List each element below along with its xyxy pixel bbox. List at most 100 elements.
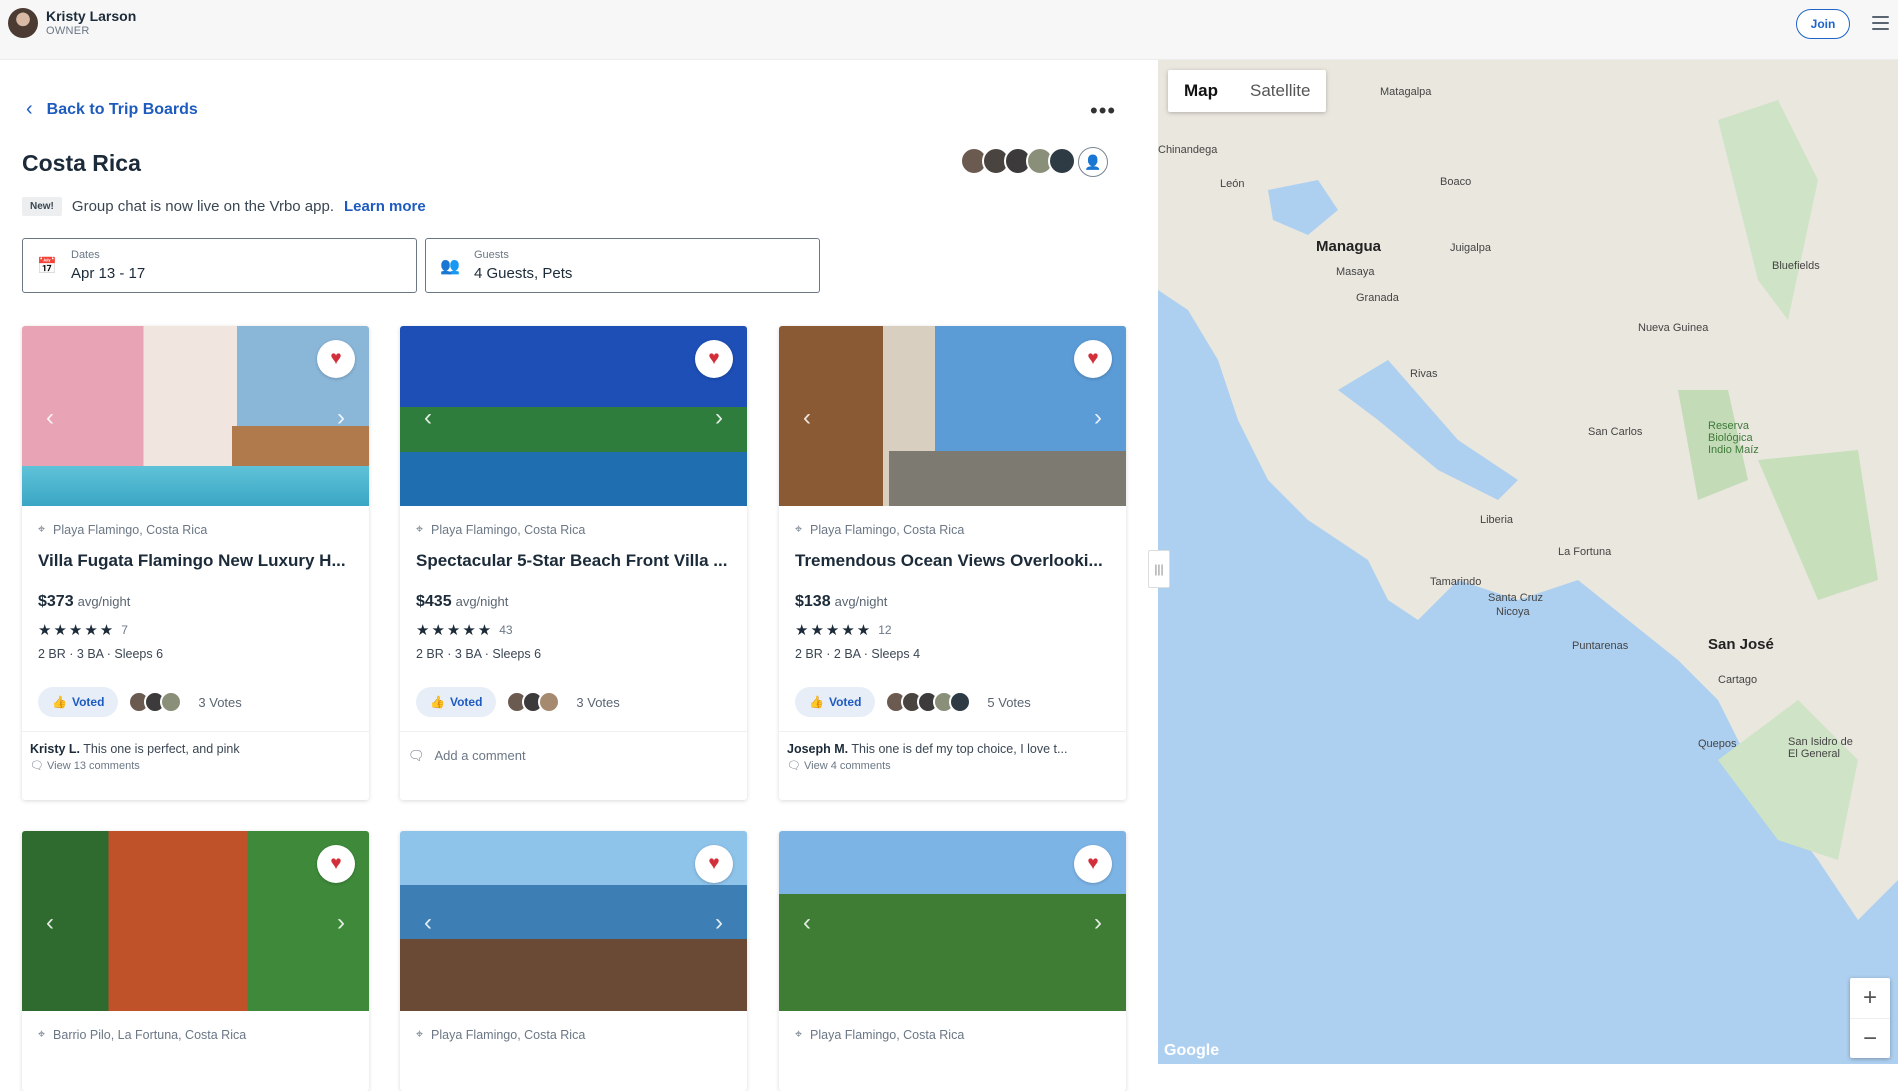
user-info[interactable]: Kristy Larson OWNER (8, 8, 136, 38)
listing-location: ⌖ Playa Flamingo, Costa Rica (416, 1027, 586, 1042)
map-city-label: Managua (1316, 238, 1382, 255)
listing-specs: 2 BR · 3 BA · Sleeps 6 (38, 647, 164, 661)
zoom-controls: + − (1850, 978, 1890, 1058)
map-city-label: Bluefields (1772, 260, 1820, 272)
map-type-toggle: Map Satellite (1168, 70, 1327, 112)
comment-icon: 🗨 (408, 748, 425, 763)
tab-map[interactable]: Map (1168, 70, 1234, 112)
listing-card[interactable]: ‹ › ♥ ⌖ Barrio Pilo, La Fortuna, Costa Ri… (22, 831, 369, 1091)
zoom-out-button[interactable]: − (1850, 1018, 1890, 1058)
rating-stars: ★★★★★ 7 (38, 622, 128, 639)
add-member-icon[interactable]: 👤 (1078, 147, 1108, 177)
guests-field[interactable]: 👥 Guests 4 Guests, Pets (425, 238, 820, 293)
favorite-heart-icon[interactable]: ♥ (695, 340, 733, 378)
map-city-label: Nicoya (1496, 606, 1530, 618)
map-city-label: La Fortuna (1558, 546, 1612, 558)
map-city-label: Matagalpa (1380, 86, 1432, 98)
map-pin-icon: ⌖ (38, 522, 46, 536)
voted-button[interactable]: 👍 Voted (416, 687, 497, 717)
announcement-banner: New! Group chat is now live on the Vrbo … (22, 197, 426, 216)
view-comments-link[interactable]: 🗨 View 13 comments (30, 759, 361, 772)
listing-location: ⌖ Playa Flamingo, Costa Rica (795, 522, 965, 537)
join-button[interactable]: Join (1796, 9, 1850, 39)
photo-next-icon[interactable]: › (1094, 909, 1102, 937)
new-badge: New! (22, 197, 62, 216)
guests-icon: 👥 (440, 258, 460, 275)
favorite-heart-icon[interactable]: ♥ (317, 340, 355, 378)
favorite-heart-icon[interactable]: ♥ (317, 845, 355, 883)
top-bar: Kristy Larson OWNER Join (0, 0, 1898, 60)
user-role: OWNER (46, 25, 90, 37)
listing-location: ⌖ Playa Flamingo, Costa Rica (795, 1027, 965, 1042)
learn-more-link[interactable]: Learn more (344, 198, 426, 215)
add-comment-button[interactable]: 🗨 Add a comment (400, 732, 747, 764)
map-pin-icon: ⌖ (38, 1027, 46, 1041)
map-city-label: León (1220, 178, 1245, 190)
map-city-label: Santa Cruz (1488, 592, 1544, 604)
dates-label: Dates (71, 249, 100, 261)
photo-next-icon[interactable]: › (337, 909, 345, 937)
review-count: 7 (121, 623, 128, 637)
rating-stars: ★★★★★ 12 (795, 622, 892, 639)
photo-next-icon[interactable]: › (337, 404, 345, 432)
map-view[interactable]: Managua Masaya Granada León Chinandega M… (1158, 60, 1898, 1064)
listing-card[interactable]: ‹ › ♥ ⌖ Playa Flamingo, Costa Rica Villa … (22, 326, 369, 800)
photo-prev-icon[interactable]: ‹ (424, 909, 432, 937)
view-comments-link[interactable]: 🗨 View 4 comments (787, 759, 1118, 772)
hamburger-menu-icon[interactable] (1872, 16, 1889, 30)
voter-avatars (128, 691, 183, 713)
listing-card[interactable]: ‹ › ♥ ⌖ Playa Flamingo, Costa Rica (400, 831, 747, 1091)
favorite-heart-icon[interactable]: ♥ (695, 845, 733, 883)
more-options-icon[interactable]: ••• (1090, 98, 1116, 124)
resize-handle[interactable]: ||| (1148, 550, 1170, 588)
map-pin-icon: ⌖ (416, 522, 424, 536)
listing-title[interactable]: Tremendous Ocean Views Overlooki... (795, 551, 1110, 571)
tab-satellite[interactable]: Satellite (1234, 70, 1326, 112)
voter-avatars (506, 691, 561, 713)
listing-photo[interactable]: ‹ › ♥ (22, 831, 369, 1011)
voted-button[interactable]: 👍 Voted (795, 687, 876, 717)
favorite-heart-icon[interactable]: ♥ (1074, 340, 1112, 378)
photo-prev-icon[interactable]: ‹ (803, 404, 811, 432)
member-avatar (1048, 147, 1076, 175)
voted-button[interactable]: 👍 Voted (38, 687, 119, 717)
listing-photo[interactable]: ‹ › ♥ (779, 831, 1126, 1011)
listing-photo[interactable]: ‹ › ♥ (22, 326, 369, 506)
favorite-heart-icon[interactable]: ♥ (1074, 845, 1112, 883)
map-city-label: San Isidro de El General (1788, 736, 1853, 760)
latest-comment[interactable]: Joseph M. This one is def my top choice,… (779, 732, 1126, 772)
listing-specs: 2 BR · 2 BA · Sleeps 4 (795, 647, 921, 661)
listing-card[interactable]: ‹ › ♥ ⌖ Playa Flamingo, Costa Rica Specta… (400, 326, 747, 800)
user-name: Kristy Larson (46, 8, 137, 24)
voter-avatars (885, 691, 972, 713)
listing-card[interactable]: ‹ › ♥ ⌖ Playa Flamingo, Costa Rica (779, 831, 1126, 1091)
photo-prev-icon[interactable]: ‹ (803, 909, 811, 937)
listing-photo[interactable]: ‹ › ♥ (400, 326, 747, 506)
photo-next-icon[interactable]: › (1094, 404, 1102, 432)
vote-count: 3 Votes (576, 694, 620, 710)
dates-field[interactable]: 📅 Dates Apr 13 - 17 (22, 238, 417, 293)
listing-price: $435 avg/night (416, 593, 509, 610)
photo-prev-icon[interactable]: ‹ (46, 404, 54, 432)
board-members[interactable]: 👤 (960, 147, 1108, 177)
photo-prev-icon[interactable]: ‹ (424, 404, 432, 432)
listing-price: $373 avg/night (38, 593, 131, 610)
photo-prev-icon[interactable]: ‹ (46, 909, 54, 937)
back-to-trip-boards-link[interactable]: ‹ Back to Trip Boards (26, 98, 198, 121)
listing-title[interactable]: Spectacular 5-Star Beach Front Villa ... (416, 551, 731, 571)
photo-next-icon[interactable]: › (715, 404, 723, 432)
listing-photo[interactable]: ‹ › ♥ (400, 831, 747, 1011)
map-city-label: Rivas (1410, 368, 1438, 380)
map-city-label: Juigalpa (1450, 242, 1491, 254)
map-city-label: Reserva Biológica Indio Maíz (1708, 420, 1759, 456)
latest-comment[interactable]: Kristy L. This one is perfect, and pink … (22, 732, 369, 772)
map-city-label: Quepos (1698, 738, 1737, 750)
photo-next-icon[interactable]: › (715, 909, 723, 937)
map-city-label: Liberia (1480, 514, 1514, 526)
listing-card[interactable]: ‹ › ♥ ⌖ Playa Flamingo, Costa Rica Tremen… (779, 326, 1126, 800)
map-city-label: Chinandega (1158, 144, 1218, 156)
guests-label: Guests (474, 249, 509, 261)
listing-photo[interactable]: ‹ › ♥ (779, 326, 1126, 506)
zoom-in-button[interactable]: + (1850, 978, 1890, 1018)
listing-title[interactable]: Villa Fugata Flamingo New Luxury H... (38, 551, 353, 571)
